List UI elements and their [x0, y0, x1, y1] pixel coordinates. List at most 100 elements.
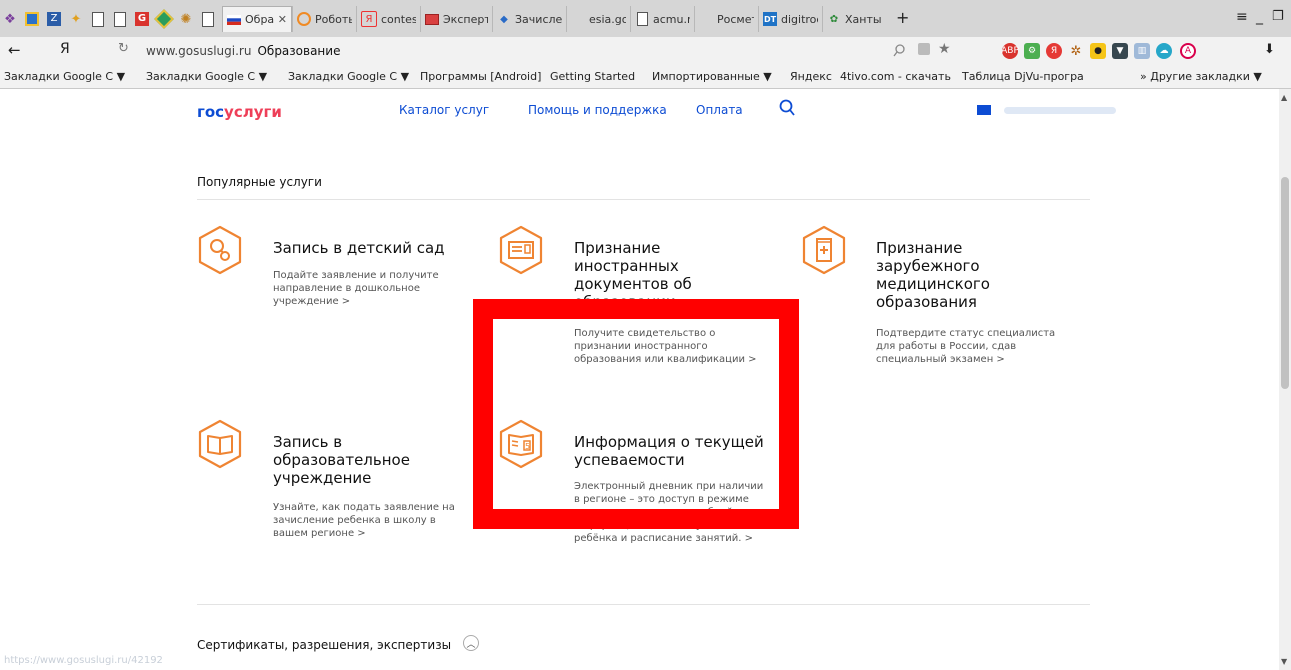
- tab-8[interactable]: Росметод: [694, 6, 758, 32]
- pacifier-icon[interactable]: [197, 225, 243, 275]
- bookmark-folder[interactable]: Закладки Google С ▼: [4, 70, 125, 83]
- pinned-tab-6[interactable]: [110, 8, 130, 30]
- page-scrollbar[interactable]: ▲ ▼: [1279, 89, 1291, 670]
- page-icon: [92, 11, 104, 27]
- ext-yellow-icon[interactable]: ●: [1090, 43, 1106, 59]
- reload-icon[interactable]: ↻: [118, 41, 129, 56]
- close-tab-icon[interactable]: ✕: [278, 13, 287, 26]
- mail-icon[interactable]: [977, 105, 991, 115]
- bookmark-folder[interactable]: Закладки Google С ▼: [288, 70, 409, 83]
- yandex-button[interactable]: Я: [60, 41, 70, 57]
- tab-4[interactable]: Эксперт: [420, 6, 492, 32]
- nav-catalog[interactable]: Каталог услуг: [399, 103, 489, 117]
- bookmark-item[interactable]: Программы [Android]: [420, 70, 541, 83]
- address-bar[interactable]: www.gosuslugi.ru Образование: [146, 44, 340, 58]
- popular-services-title: Популярные услуги: [197, 175, 322, 189]
- tab-2[interactable]: Роботы,: [292, 6, 356, 32]
- tab-active[interactable]: Обра: ✕: [222, 6, 292, 32]
- tab-5[interactable]: ◆ Зачисле: [492, 6, 566, 32]
- divider: [197, 604, 1090, 605]
- z-icon: Z: [47, 12, 61, 26]
- search-history-icon[interactable]: [893, 43, 906, 61]
- service-description[interactable]: Узнайте, как подать заявление на зачисле…: [273, 501, 463, 540]
- bookmark-star-icon[interactable]: ★: [938, 41, 951, 57]
- restore-icon[interactable]: ❐: [1272, 9, 1284, 24]
- page-icon: [114, 11, 126, 27]
- g-red-icon: G: [135, 12, 149, 26]
- navigation-bar: ← Я ↻ www.gosuslugi.ru Образование ★ ABP …: [0, 37, 1291, 65]
- gosuslugi-logo[interactable]: госуслуги: [197, 103, 282, 121]
- pocket-icon[interactable]: ▼: [1112, 43, 1128, 59]
- service-description[interactable]: Подтвердите статус специалиста для работ…: [876, 327, 1056, 366]
- orange-circle-icon: [297, 12, 311, 26]
- tab-7[interactable]: acmu.ru: [630, 6, 694, 32]
- blank-icon: [699, 12, 713, 26]
- pinned-tab-7[interactable]: G: [132, 8, 152, 30]
- certificates-section-title[interactable]: Сертификаты, разрешения, экспертизы: [197, 638, 451, 652]
- back-button[interactable]: ←: [8, 41, 21, 59]
- tab-strip: ❖ Z ✦ G ✺ Обра: ✕ Роботы, Я contest.y Эк…: [0, 0, 1291, 37]
- medical-icon[interactable]: [801, 225, 847, 275]
- book-icon: [425, 12, 439, 26]
- bug-icon[interactable]: ✲: [1068, 43, 1084, 59]
- new-tab-button[interactable]: +: [896, 8, 909, 27]
- service-title[interactable]: Запись в образовательное учреждение: [273, 433, 443, 487]
- divider: [197, 199, 1090, 200]
- bookmarks-bar: Закладки Google С ▼ Закладки Google С ▼ …: [0, 65, 1291, 89]
- scrollbar-thumb[interactable]: [1281, 177, 1289, 389]
- ext-a-icon[interactable]: A: [1180, 43, 1196, 59]
- scroll-up-arrow-icon[interactable]: ▲: [1281, 93, 1287, 102]
- open-book-icon[interactable]: [197, 419, 243, 469]
- service-title[interactable]: Запись в детский сад: [273, 239, 473, 257]
- service-description[interactable]: Подайте заявление и получите направление…: [273, 269, 463, 308]
- tab-6[interactable]: esia.gosu: [566, 6, 630, 32]
- other-bookmarks[interactable]: » Другие закладки ▼: [1140, 70, 1262, 83]
- ext-bar-icon[interactable]: ▥: [1134, 43, 1150, 59]
- bookmark-folder[interactable]: Импортированные ▼: [652, 70, 772, 83]
- url-host: www.gosuslugi.ru: [146, 44, 252, 58]
- pinned-tab-3[interactable]: Z: [44, 8, 64, 30]
- user-name-blurred[interactable]: [1004, 107, 1116, 114]
- bookmark-item[interactable]: Таблица DjVu-програ: [962, 70, 1084, 83]
- scroll-down-arrow-icon[interactable]: ▼: [1281, 657, 1287, 666]
- russia-flag-icon: [227, 13, 241, 27]
- pinned-tab-9[interactable]: ✺: [176, 8, 196, 30]
- tab-10[interactable]: ✿ Ханты-М: [822, 6, 886, 32]
- dt-icon: DT: [763, 12, 777, 26]
- ext-cloud-icon[interactable]: ☁: [1156, 43, 1172, 59]
- adblock-icon[interactable]: ABP: [1001, 43, 1019, 59]
- bookmark-item[interactable]: Яндекс: [790, 70, 832, 83]
- pinned-tab-5[interactable]: [88, 8, 108, 30]
- diamond-icon: [154, 9, 174, 29]
- bookmark-item[interactable]: 4tivo.com - скачать: [840, 70, 951, 83]
- puzzle-icon: ❖: [4, 11, 16, 27]
- tab-3[interactable]: Я contest.y: [356, 6, 420, 32]
- nav-payment[interactable]: Оплата: [696, 103, 743, 117]
- page-icon: [202, 11, 214, 27]
- color-star-icon: ✦: [70, 11, 82, 27]
- lock-icon: [918, 43, 930, 55]
- pinned-tab-10[interactable]: [198, 8, 218, 30]
- blank-icon: [571, 12, 585, 26]
- tab-9[interactable]: DT digitrode: [758, 6, 822, 32]
- pinned-tab-1[interactable]: ❖: [0, 8, 20, 30]
- minimize-icon[interactable]: _: [1256, 9, 1263, 25]
- url-title: Образование: [257, 44, 341, 58]
- nav-help[interactable]: Помощь и поддержка: [528, 103, 667, 117]
- chevron-up-icon[interactable]: ︿: [463, 635, 479, 651]
- downloads-icon[interactable]: ⬇: [1264, 42, 1275, 57]
- document-icon[interactable]: [498, 225, 544, 275]
- pinned-tab-2[interactable]: [22, 8, 42, 30]
- bookmark-item[interactable]: Getting Started: [550, 70, 635, 83]
- owl-icon: ✺: [180, 11, 192, 27]
- ext-green-icon[interactable]: ⚙: [1024, 43, 1040, 59]
- pinned-tab-8[interactable]: [154, 8, 174, 30]
- yandex-ext-icon[interactable]: Я: [1046, 43, 1062, 59]
- menu-icon[interactable]: ≡: [1236, 9, 1248, 25]
- page-icon: [635, 12, 649, 26]
- search-icon[interactable]: [779, 99, 795, 121]
- bookmark-folder[interactable]: Закладки Google С ▼: [146, 70, 267, 83]
- service-title[interactable]: Признание зарубежного медицинского образ…: [876, 239, 1046, 311]
- pinned-tab-4[interactable]: ✦: [66, 8, 86, 30]
- blue-square-icon: [25, 12, 39, 26]
